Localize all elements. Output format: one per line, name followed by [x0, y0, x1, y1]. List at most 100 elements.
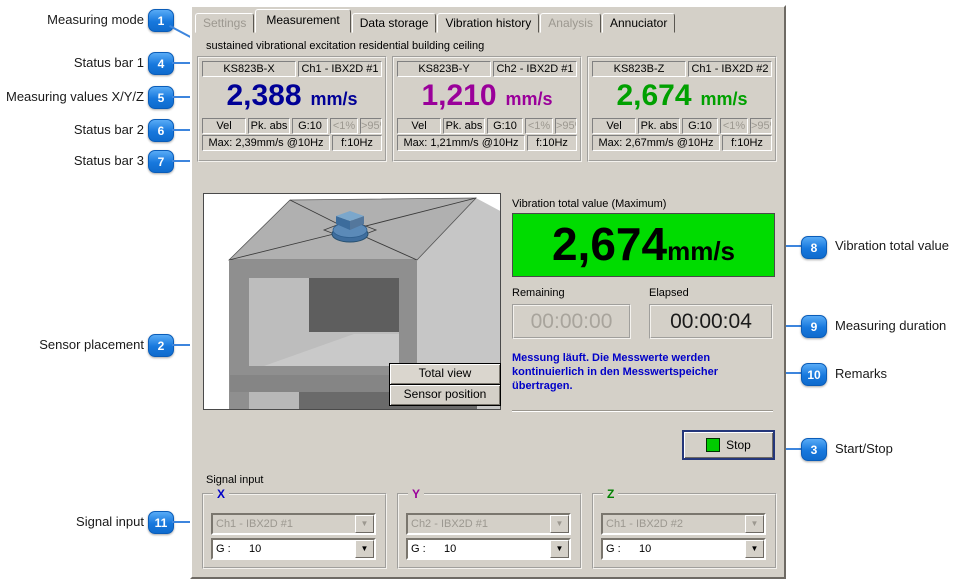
dropdown-arrow-icon[interactable]: ▼ [355, 540, 374, 558]
signal-input-group-x: X Ch1 - IBX2D #1 ▼ G : 10 ▼ [202, 493, 387, 569]
frequency-field: f:10Hz [722, 135, 772, 151]
overrange-field: >95% [360, 118, 382, 134]
total-value-unit: mm/s [667, 236, 735, 267]
callout-label-measuring-mode: Measuring mode [0, 12, 144, 28]
quantity-field: Vel [592, 118, 636, 134]
callout-badge-10[interactable]: 10 [801, 363, 827, 386]
value-number: 2,674 [616, 79, 691, 113]
gain-select-value: G : 10 [213, 540, 355, 558]
separator [512, 410, 773, 412]
callout-label-status-bar-2: Status bar 2 [0, 122, 144, 138]
callout-label-signal-input: Signal input [0, 514, 144, 530]
gain-field: G:10 [487, 118, 523, 134]
sensor-placement-image: Total view Sensor position [203, 193, 501, 410]
callout-badge-8[interactable]: 8 [801, 236, 827, 259]
value-unit: mm/s [701, 89, 748, 110]
sensor-name-field: KS823B-X [202, 61, 296, 77]
tab-settings: Settings [195, 13, 254, 33]
gain-select-value: G : 10 [603, 540, 745, 558]
tab-measurement[interactable]: Measurement [255, 9, 350, 33]
detector-field: Pk. abs [248, 118, 290, 134]
callout-label-measuring-values: Measuring values X/Y/Z [0, 89, 144, 105]
callout-label-vibration-total-value: Vibration total value [835, 238, 949, 254]
gain-select-z[interactable]: G : 10 ▼ [601, 538, 766, 560]
dropdown-arrow-icon: ▼ [550, 515, 569, 533]
callout-badge-6[interactable]: 6 [148, 119, 174, 142]
frequency-field: f:10Hz [527, 135, 577, 151]
frequency-field: f:10Hz [332, 135, 382, 151]
tab-vibration-history[interactable]: Vibration history [437, 13, 539, 33]
signal-input-group-y: Y Ch2 - IBX2D #1 ▼ G : 10 ▼ [397, 493, 582, 569]
gain-field: G:10 [682, 118, 718, 134]
gain-select-y[interactable]: G : 10 ▼ [406, 538, 571, 560]
dropdown-arrow-icon[interactable]: ▼ [745, 540, 764, 558]
channel-select-value: Ch2 - IBX2D #1 [408, 515, 550, 533]
sensor-name-field: KS823B-Y [397, 61, 491, 77]
callout-badge-2[interactable]: 2 [148, 334, 174, 357]
callout-badge-7[interactable]: 7 [148, 150, 174, 173]
dropdown-arrow-icon: ▼ [745, 515, 764, 533]
tab-bar: Settings Measurement Data storage Vibrat… [195, 9, 676, 33]
stop-indicator-icon [706, 438, 720, 452]
max-value-field: Max: 1,21mm/s @10Hz [397, 135, 525, 151]
detector-field: Pk. abs [443, 118, 485, 134]
channel-select-y: Ch2 - IBX2D #1 ▼ [406, 513, 571, 535]
stop-button-label: Stop [726, 438, 751, 452]
stop-button[interactable]: Stop [682, 430, 775, 460]
elapsed-label: Elapsed [649, 287, 689, 299]
signal-input-group-z: Z Ch1 - IBX2D #2 ▼ G : 10 ▼ [592, 493, 777, 569]
channel-select-z: Ch1 - IBX2D #2 ▼ [601, 513, 766, 535]
measuring-value-z: 2,674 mm/s [591, 79, 773, 117]
callout-badge-5[interactable]: 5 [148, 86, 174, 109]
underrange-field: <1% [330, 118, 358, 134]
callout-badge-9[interactable]: 9 [801, 315, 827, 338]
input-channel-field: Ch1 - IBX2D #1 [298, 61, 382, 77]
value-number: 2,388 [226, 79, 301, 113]
callout-label-status-bar-1: Status bar 1 [0, 55, 144, 71]
quantity-field: Vel [202, 118, 246, 134]
callout-label-remarks: Remarks [835, 366, 887, 382]
callout-badge-3[interactable]: 3 [801, 438, 827, 461]
remaining-label: Remaining [512, 287, 565, 299]
gain-select-x[interactable]: G : 10 ▼ [211, 538, 376, 560]
callout-label-status-bar-3: Status bar 3 [0, 153, 144, 169]
value-unit: mm/s [311, 89, 358, 110]
channel-select-value: Ch1 - IBX2D #1 [213, 515, 355, 533]
input-channel-field: Ch2 - IBX2D #1 [493, 61, 577, 77]
axis-label-y: Y [408, 487, 424, 501]
channel-panel-z: KS823B-Z Ch1 - IBX2D #2 2,674 mm/s Vel P… [587, 56, 777, 162]
channel-select-value: Ch1 - IBX2D #2 [603, 515, 745, 533]
measurement-window: Settings Measurement Data storage Vibrat… [190, 5, 786, 579]
tab-data-storage[interactable]: Data storage [352, 13, 437, 33]
dropdown-arrow-icon[interactable]: ▼ [550, 540, 569, 558]
callout-badge-4[interactable]: 4 [148, 52, 174, 75]
sensor-name-field: KS823B-Z [592, 61, 686, 77]
dropdown-arrow-icon: ▼ [355, 515, 374, 533]
measuring-mode-text: sustained vibrational excitation residen… [206, 40, 484, 52]
max-value-field: Max: 2,39mm/s @10Hz [202, 135, 330, 151]
remaining-time-display: 00:00:00 [512, 304, 631, 339]
channel-panel-y: KS823B-Y Ch2 - IBX2D #1 1,210 mm/s Vel P… [392, 56, 582, 162]
remarks-text: Messung läuft. Die Messwerte werden kont… [512, 351, 768, 393]
signal-input-label: Signal input [206, 474, 264, 486]
axis-label-x: X [213, 487, 229, 501]
vibration-total-value-display: 2,674 mm/s [512, 213, 775, 277]
channel-panels: KS823B-X Ch1 - IBX2D #1 2,388 mm/s Vel P… [197, 56, 777, 162]
measuring-value-y: 1,210 mm/s [396, 79, 578, 117]
gain-select-value: G : 10 [408, 540, 550, 558]
total-value-label: Vibration total value (Maximum) [512, 198, 666, 210]
sensor-position-button[interactable]: Sensor position [389, 384, 501, 406]
total-value-number: 2,674 [552, 214, 667, 274]
overrange-field: >95% [750, 118, 772, 134]
detector-field: Pk. abs [638, 118, 680, 134]
channel-panel-x: KS823B-X Ch1 - IBX2D #1 2,388 mm/s Vel P… [197, 56, 387, 162]
tab-analysis: Analysis [540, 13, 601, 33]
tab-annuciator[interactable]: Annuciator [602, 13, 675, 33]
callout-badge-1[interactable]: 1 [148, 9, 174, 32]
axis-label-z: Z [603, 487, 618, 501]
channel-select-x: Ch1 - IBX2D #1 ▼ [211, 513, 376, 535]
value-number: 1,210 [421, 79, 496, 113]
total-view-button[interactable]: Total view [389, 363, 501, 385]
callout-badge-11[interactable]: 11 [148, 511, 174, 534]
page: Measuring mode Status bar 1 Measuring va… [0, 0, 964, 583]
